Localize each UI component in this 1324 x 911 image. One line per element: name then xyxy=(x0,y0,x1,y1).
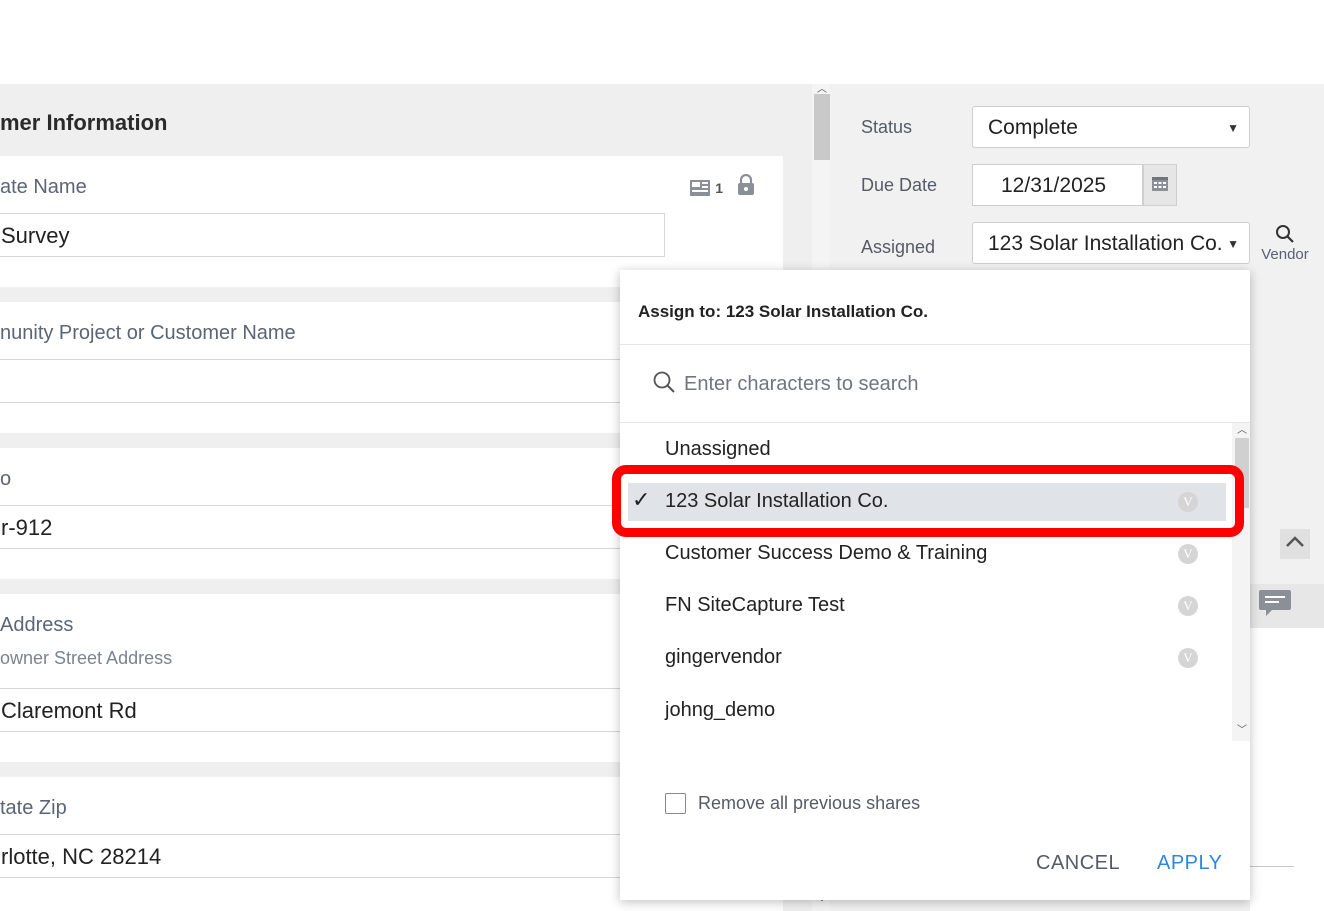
field-label: nunity Project or Customer Name xyxy=(0,322,296,344)
street-address-field[interactable]: Claremont Rd xyxy=(0,688,638,732)
remove-shares-label: Remove all previous shares xyxy=(698,793,921,813)
comments-area xyxy=(1250,628,1324,911)
status-select[interactable]: Complete ▼ xyxy=(972,106,1250,148)
field-sublabel: owner Street Address xyxy=(0,648,173,668)
field-label: ate Name xyxy=(0,176,87,198)
template-name-field[interactable]: Survey xyxy=(0,213,665,257)
search-row xyxy=(652,370,1164,399)
remove-shares-checkbox[interactable] xyxy=(665,793,686,814)
item-label: Customer Success Demo & Training xyxy=(665,542,988,564)
status-label: Status xyxy=(861,117,913,137)
list-scrollbar[interactable]: ︿ ﹀ xyxy=(1232,423,1250,741)
id-field[interactable]: r-912 xyxy=(0,505,638,549)
list-item-customer-success[interactable]: Customer Success Demo & Training V xyxy=(628,535,1226,573)
field-actions: 1 xyxy=(690,173,755,201)
item-label: Unassigned xyxy=(665,438,771,460)
vendor-search-button[interactable]: Vendor xyxy=(1258,224,1312,263)
section-title: mer Information xyxy=(0,110,168,135)
status-value: Complete xyxy=(988,116,1078,139)
check-icon: ✓ xyxy=(632,487,651,512)
assign-dropdown: Assign to: 123 Solar Installation Co. Un… xyxy=(620,270,1250,900)
field-label: Address xyxy=(0,614,74,636)
assigned-label: Assigned xyxy=(861,237,936,257)
vendor-badge-icon: V xyxy=(1178,596,1198,616)
search-input[interactable] xyxy=(684,373,1164,396)
city-state-zip-field[interactable]: rlotte, NC 28214 xyxy=(0,834,638,878)
assigned-select[interactable]: 123 Solar Installation Co. ▼ xyxy=(972,222,1250,264)
assigned-value: 123 Solar Installation Co. xyxy=(988,232,1223,255)
due-date-label: Due Date xyxy=(861,175,938,195)
remove-shares-option[interactable]: Remove all previous shares xyxy=(665,793,920,814)
field-card-template-name: ate Name 1 Survey xyxy=(0,156,783,287)
assignee-list: Unassigned ✓ 123 Solar Installation Co. … xyxy=(620,423,1232,741)
divider xyxy=(1250,866,1294,867)
list-item-123-solar[interactable]: ✓ 123 Solar Installation Co. V xyxy=(628,483,1226,521)
vendor-badge-icon: V xyxy=(1178,544,1198,564)
assign-title: Assign to: 123 Solar Installation Co. xyxy=(638,302,928,321)
collapse-button[interactable] xyxy=(1280,529,1310,559)
list-item-gingervendor[interactable]: gingervendor V xyxy=(628,639,1226,677)
scroll-up-icon[interactable]: ︿ xyxy=(817,80,827,95)
list-item-johng-demo[interactable]: johng_demo xyxy=(628,692,1226,730)
vendor-badge-icon: V xyxy=(1178,492,1198,512)
search-icon xyxy=(652,370,676,399)
item-label: 123 Solar Installation Co. xyxy=(665,490,889,512)
caret-down-icon: ▼ xyxy=(1227,121,1239,135)
calendar-button[interactable] xyxy=(1143,164,1177,206)
form-scrollbar-thumb[interactable] xyxy=(814,94,830,160)
chevron-up-icon xyxy=(1285,535,1305,553)
field-label: tate Zip xyxy=(0,797,67,819)
vendor-label: Vendor xyxy=(1261,246,1309,263)
caret-down-icon: ▼ xyxy=(1227,237,1239,251)
cancel-button[interactable]: CANCEL xyxy=(1036,852,1120,875)
apply-button[interactable]: APPLY xyxy=(1157,852,1223,875)
list-item-unassigned[interactable]: Unassigned xyxy=(628,431,1226,469)
scroll-up-icon[interactable]: ︿ xyxy=(1237,421,1247,436)
chat-icon[interactable] xyxy=(1258,588,1292,625)
item-label: gingervendor xyxy=(665,646,782,668)
calendar-icon xyxy=(1151,174,1169,197)
photo-count: 1 xyxy=(715,179,723,196)
search-icon xyxy=(1258,224,1312,246)
project-name-field[interactable] xyxy=(0,359,638,403)
due-date-input[interactable]: 12/31/2025 xyxy=(972,164,1143,206)
divider xyxy=(620,344,1250,345)
item-label: FN SiteCapture Test xyxy=(665,594,845,616)
scroll-down-icon[interactable]: ﹀ xyxy=(1237,721,1247,736)
lock-icon[interactable] xyxy=(737,173,755,201)
field-label: o xyxy=(0,468,12,490)
list-scrollbar-thumb[interactable] xyxy=(1235,438,1249,508)
list-item-fn-sitecapture[interactable]: FN SiteCapture Test V xyxy=(628,587,1226,625)
photos-icon[interactable]: 1 xyxy=(690,179,723,197)
item-label: johng_demo xyxy=(665,699,776,721)
vendor-badge-icon: V xyxy=(1178,648,1198,668)
